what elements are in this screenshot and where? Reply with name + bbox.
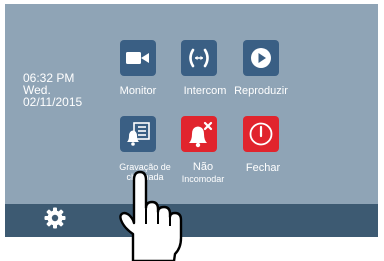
gear-icon[interactable]: [43, 206, 67, 230]
intercom-icon: [189, 48, 209, 68]
camera-icon: [126, 52, 149, 64]
close-label: Fechar: [245, 162, 281, 174]
call-recording-icon: [127, 122, 150, 146]
intercom-button[interactable]: [181, 40, 217, 76]
do-not-disturb-icon: [189, 121, 213, 148]
intercom-screen: 06:32 PM Wed. 02/11/2015 Monitor Interco…: [5, 4, 378, 237]
close-power-icon: [249, 122, 273, 146]
do-not-disturb-button[interactable]: [181, 116, 217, 152]
monitor-button[interactable]: [120, 40, 156, 76]
monitor-label: Monitor: [119, 85, 157, 97]
call-recording-button[interactable]: [120, 116, 156, 152]
close-button[interactable]: [243, 116, 279, 152]
pointing-hand-icon: [119, 170, 183, 261]
clock-date: 02/11/2015: [23, 95, 83, 109]
intercom-label: Intercom: [183, 85, 227, 97]
play-icon: [251, 48, 271, 68]
clock: 06:32 PM Wed. 02/11/2015: [23, 72, 82, 108]
play-label: Reproduzir: [234, 85, 288, 97]
play-button[interactable]: [243, 40, 279, 76]
